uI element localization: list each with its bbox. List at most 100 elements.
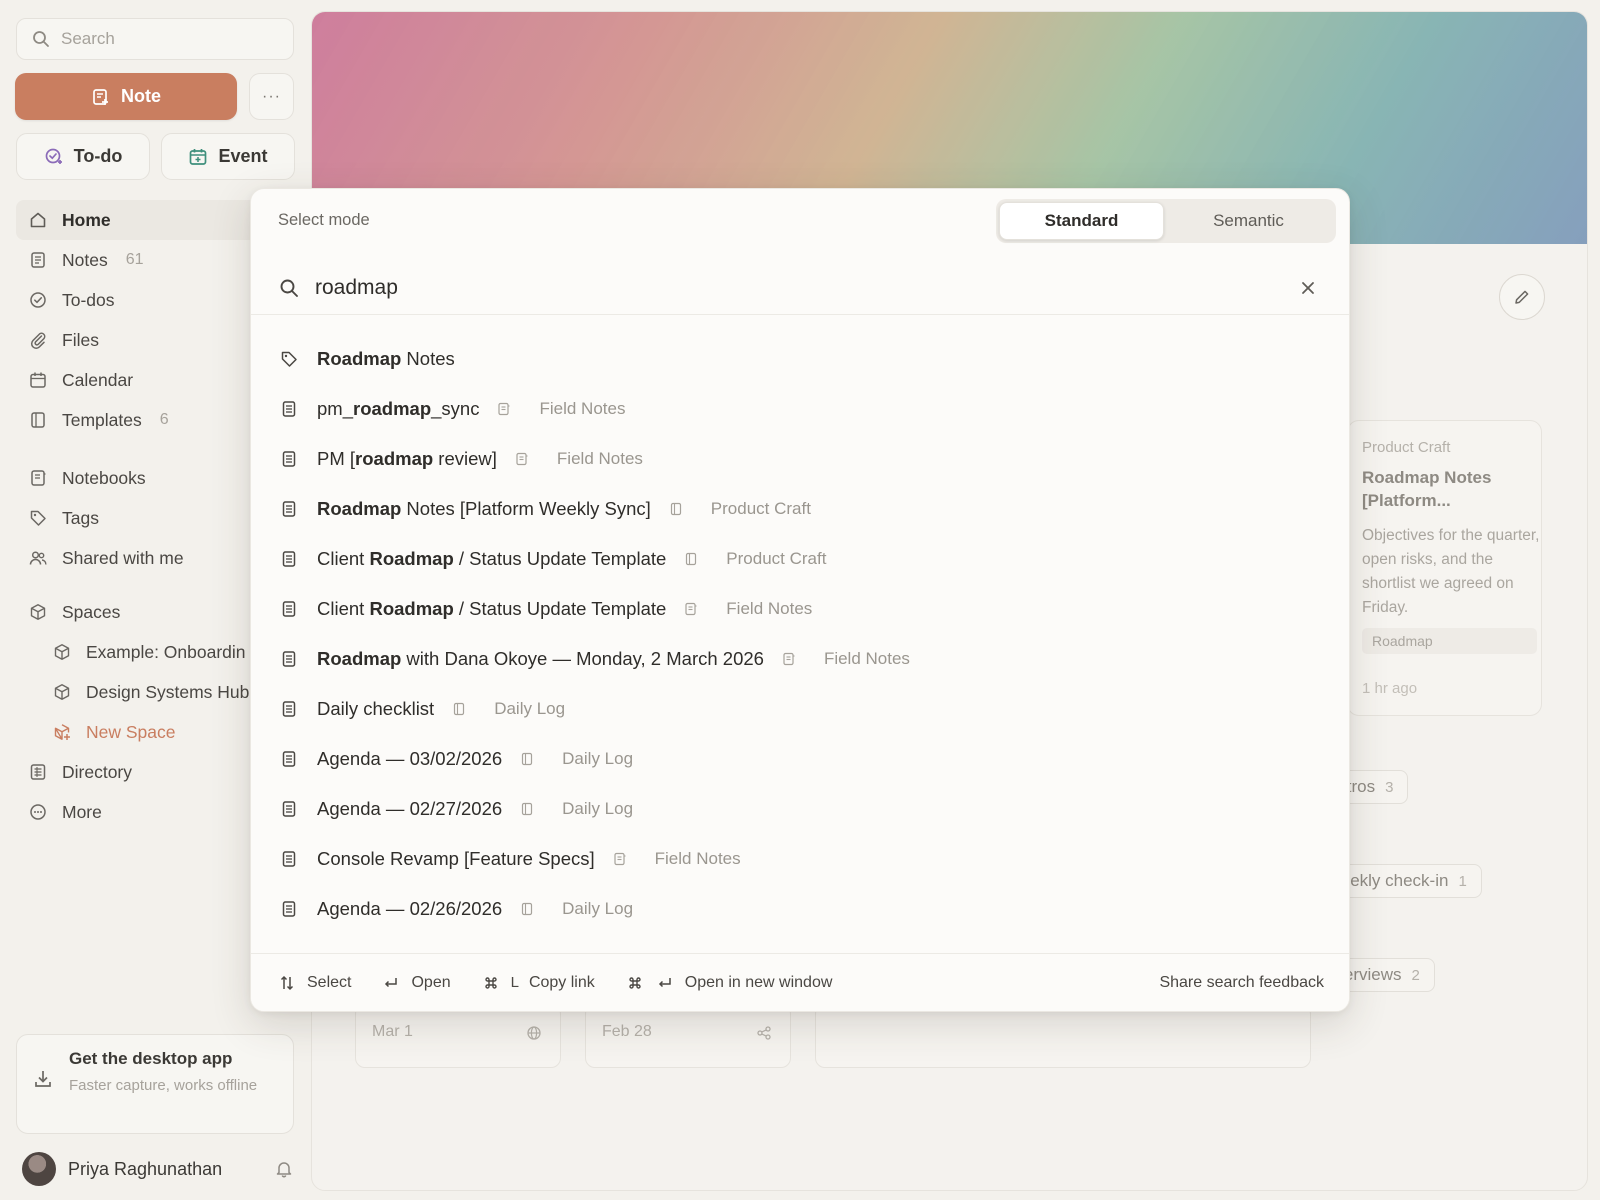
calendar-icon — [28, 370, 48, 390]
recent-note-card[interactable]: Feb 28 — [585, 1004, 791, 1068]
nav-files-label: Files — [62, 329, 99, 350]
new-note-button[interactable]: Note — [15, 73, 237, 120]
result-notebook-name: Field Notes — [539, 399, 626, 418]
new-note-label: Note — [121, 86, 161, 106]
user-name: Priya Raghunathan — [68, 1158, 223, 1179]
new-event-button[interactable]: Event — [161, 133, 295, 180]
result-title-text: Client — [317, 548, 370, 569]
result-title: Client Roadmap / Status Update Template — [317, 598, 666, 620]
cube-icon — [52, 642, 72, 662]
search-result-tag[interactable]: Roadmap Notes — [251, 334, 1349, 384]
command-key-icon — [481, 973, 501, 993]
new-todo-button[interactable]: To-do — [16, 133, 150, 180]
result-notebook: Field Notes — [497, 399, 625, 419]
cube-icon — [52, 682, 72, 702]
result-title: Daily checklist — [317, 698, 434, 720]
search-icon — [31, 29, 51, 49]
close-icon — [1298, 278, 1318, 298]
search-result-note[interactable]: Agenda — 03/02/2026 Daily Log — [251, 734, 1349, 784]
nav-templates-label: Templates — [62, 409, 142, 430]
result-title-text: Daily checklist — [317, 698, 435, 719]
chip-count: 1 — [1458, 872, 1467, 890]
nav-calendar-label: Calendar — [62, 369, 134, 390]
search-result-note[interactable]: Roadmap with Dana Okoye — Monday, 2 Marc… — [251, 634, 1349, 684]
keyboard-hints-footer: Select Open L Copy link Open in new wind… — [251, 953, 1349, 1011]
result-title-text: Notes [Platform Weekly Sync] — [401, 498, 651, 519]
search-result-note[interactable]: Console Revamp [Feature Specs] Field Note… — [251, 834, 1349, 884]
result-title-match: Roadmap — [317, 648, 402, 669]
download-icon — [33, 1069, 53, 1089]
search-mode-toggle: Standard Semantic — [996, 199, 1336, 243]
result-notebook: Daily Log — [452, 699, 565, 719]
search-result-note[interactable]: Daily checklist Daily Log — [251, 684, 1349, 734]
sidebar-search-input[interactable]: Search — [16, 18, 294, 60]
note-preview-card[interactable]: Product Craft Roadmap Notes [Platform...… — [1347, 420, 1542, 716]
enter-key-icon — [655, 973, 675, 993]
note-icon — [28, 250, 48, 270]
desktop-app-subtitle: Faster capture, works offline — [69, 1077, 258, 1094]
nav-notes-label: Notes — [62, 249, 108, 270]
share-search-feedback-link[interactable]: Share search feedback — [1159, 974, 1324, 992]
note-icon — [279, 749, 299, 769]
chip-count: 3 — [1385, 778, 1394, 796]
chip-count: 2 — [1411, 966, 1420, 984]
search-query-field[interactable]: roadmap — [251, 261, 1349, 315]
new-space-label: New Space — [86, 721, 176, 742]
result-notebook: Daily Log — [520, 799, 633, 819]
template-icon — [28, 410, 48, 430]
note-icon — [279, 699, 299, 719]
search-result-note[interactable]: PM [roadmap review] Field Notes — [251, 434, 1349, 484]
search-result-note[interactable]: Client Roadmap / Status Update Template F… — [251, 584, 1349, 634]
result-title-match: Roadmap — [369, 598, 454, 619]
book-icon — [669, 499, 683, 519]
hint-open-label: Open — [411, 973, 451, 991]
search-result-note[interactable]: pm_roadmap_sync Field Notes — [251, 384, 1349, 434]
hint-open: Open — [381, 973, 451, 993]
card-date: Mar 1 — [372, 1023, 413, 1040]
search-result-note[interactable]: Client Roadmap / Status Update Template P… — [251, 534, 1349, 584]
hint-copy-link-label: Copy link — [528, 973, 595, 991]
desktop-app-promo[interactable]: Get the desktop app Faster capture, work… — [16, 1034, 294, 1134]
search-result-note[interactable]: Agenda — 02/27/2026 Daily Log — [251, 784, 1349, 834]
result-title-text: _sync — [431, 398, 480, 419]
recent-note-card[interactable] — [815, 1004, 1311, 1068]
result-notebook: Product Craft — [684, 549, 826, 569]
tag-icon — [279, 349, 299, 369]
mode-semantic-button[interactable]: Semantic — [1166, 202, 1331, 240]
preview-notebook: Product Craft — [1362, 439, 1451, 456]
hint-select: Select — [277, 973, 351, 993]
cube-icon — [28, 602, 48, 622]
bell-icon[interactable] — [274, 1159, 294, 1179]
mode-standard-button[interactable]: Standard — [999, 202, 1164, 240]
result-notebook-name: Field Notes — [654, 849, 741, 868]
nav-directory-label: Directory — [62, 761, 133, 782]
result-title-text: Notes — [401, 348, 455, 369]
recent-note-card[interactable]: Mar 1 — [355, 1004, 561, 1068]
search-result-note[interactable]: Agenda — 02/26/2026 Daily Log — [251, 884, 1349, 934]
result-title: Agenda — 02/27/2026 — [317, 798, 502, 820]
nav-space-onboarding-label: Example: Onboardin — [86, 641, 246, 662]
avatar — [22, 1152, 56, 1186]
nav-todos-label: To-dos — [62, 289, 115, 310]
nav-tags-label: Tags — [62, 507, 99, 528]
preview-timestamp: 1 hr ago — [1362, 680, 1418, 697]
search-result-note[interactable]: Roadmap Notes [Platform Weekly Sync] Prod… — [251, 484, 1349, 534]
result-title: PM [roadmap review] — [317, 448, 497, 470]
hint-open-new-label: Open in new window — [684, 973, 833, 991]
hint-copy-link: L Copy link — [481, 973, 595, 993]
result-title: Agenda — 03/02/2026 — [317, 748, 502, 770]
users-icon — [28, 548, 48, 568]
edit-cover-button[interactable] — [1499, 274, 1545, 320]
result-notebook: Field Notes — [684, 599, 812, 619]
more-actions-button[interactable]: ··· — [249, 73, 294, 120]
note-icon — [279, 649, 299, 669]
globe-icon — [524, 1023, 544, 1043]
result-title-match: roadmap — [355, 448, 434, 469]
arrows-updown-icon — [277, 973, 297, 993]
result-title: Roadmap Notes [Platform Weekly Sync] — [317, 498, 651, 520]
result-title-match: Roadmap — [369, 548, 454, 569]
search-placeholder: Search — [61, 29, 115, 48]
clear-search-button[interactable] — [1297, 277, 1319, 299]
enter-key-icon — [381, 973, 401, 993]
user-profile[interactable]: Priya Raghunathan — [22, 1151, 294, 1187]
